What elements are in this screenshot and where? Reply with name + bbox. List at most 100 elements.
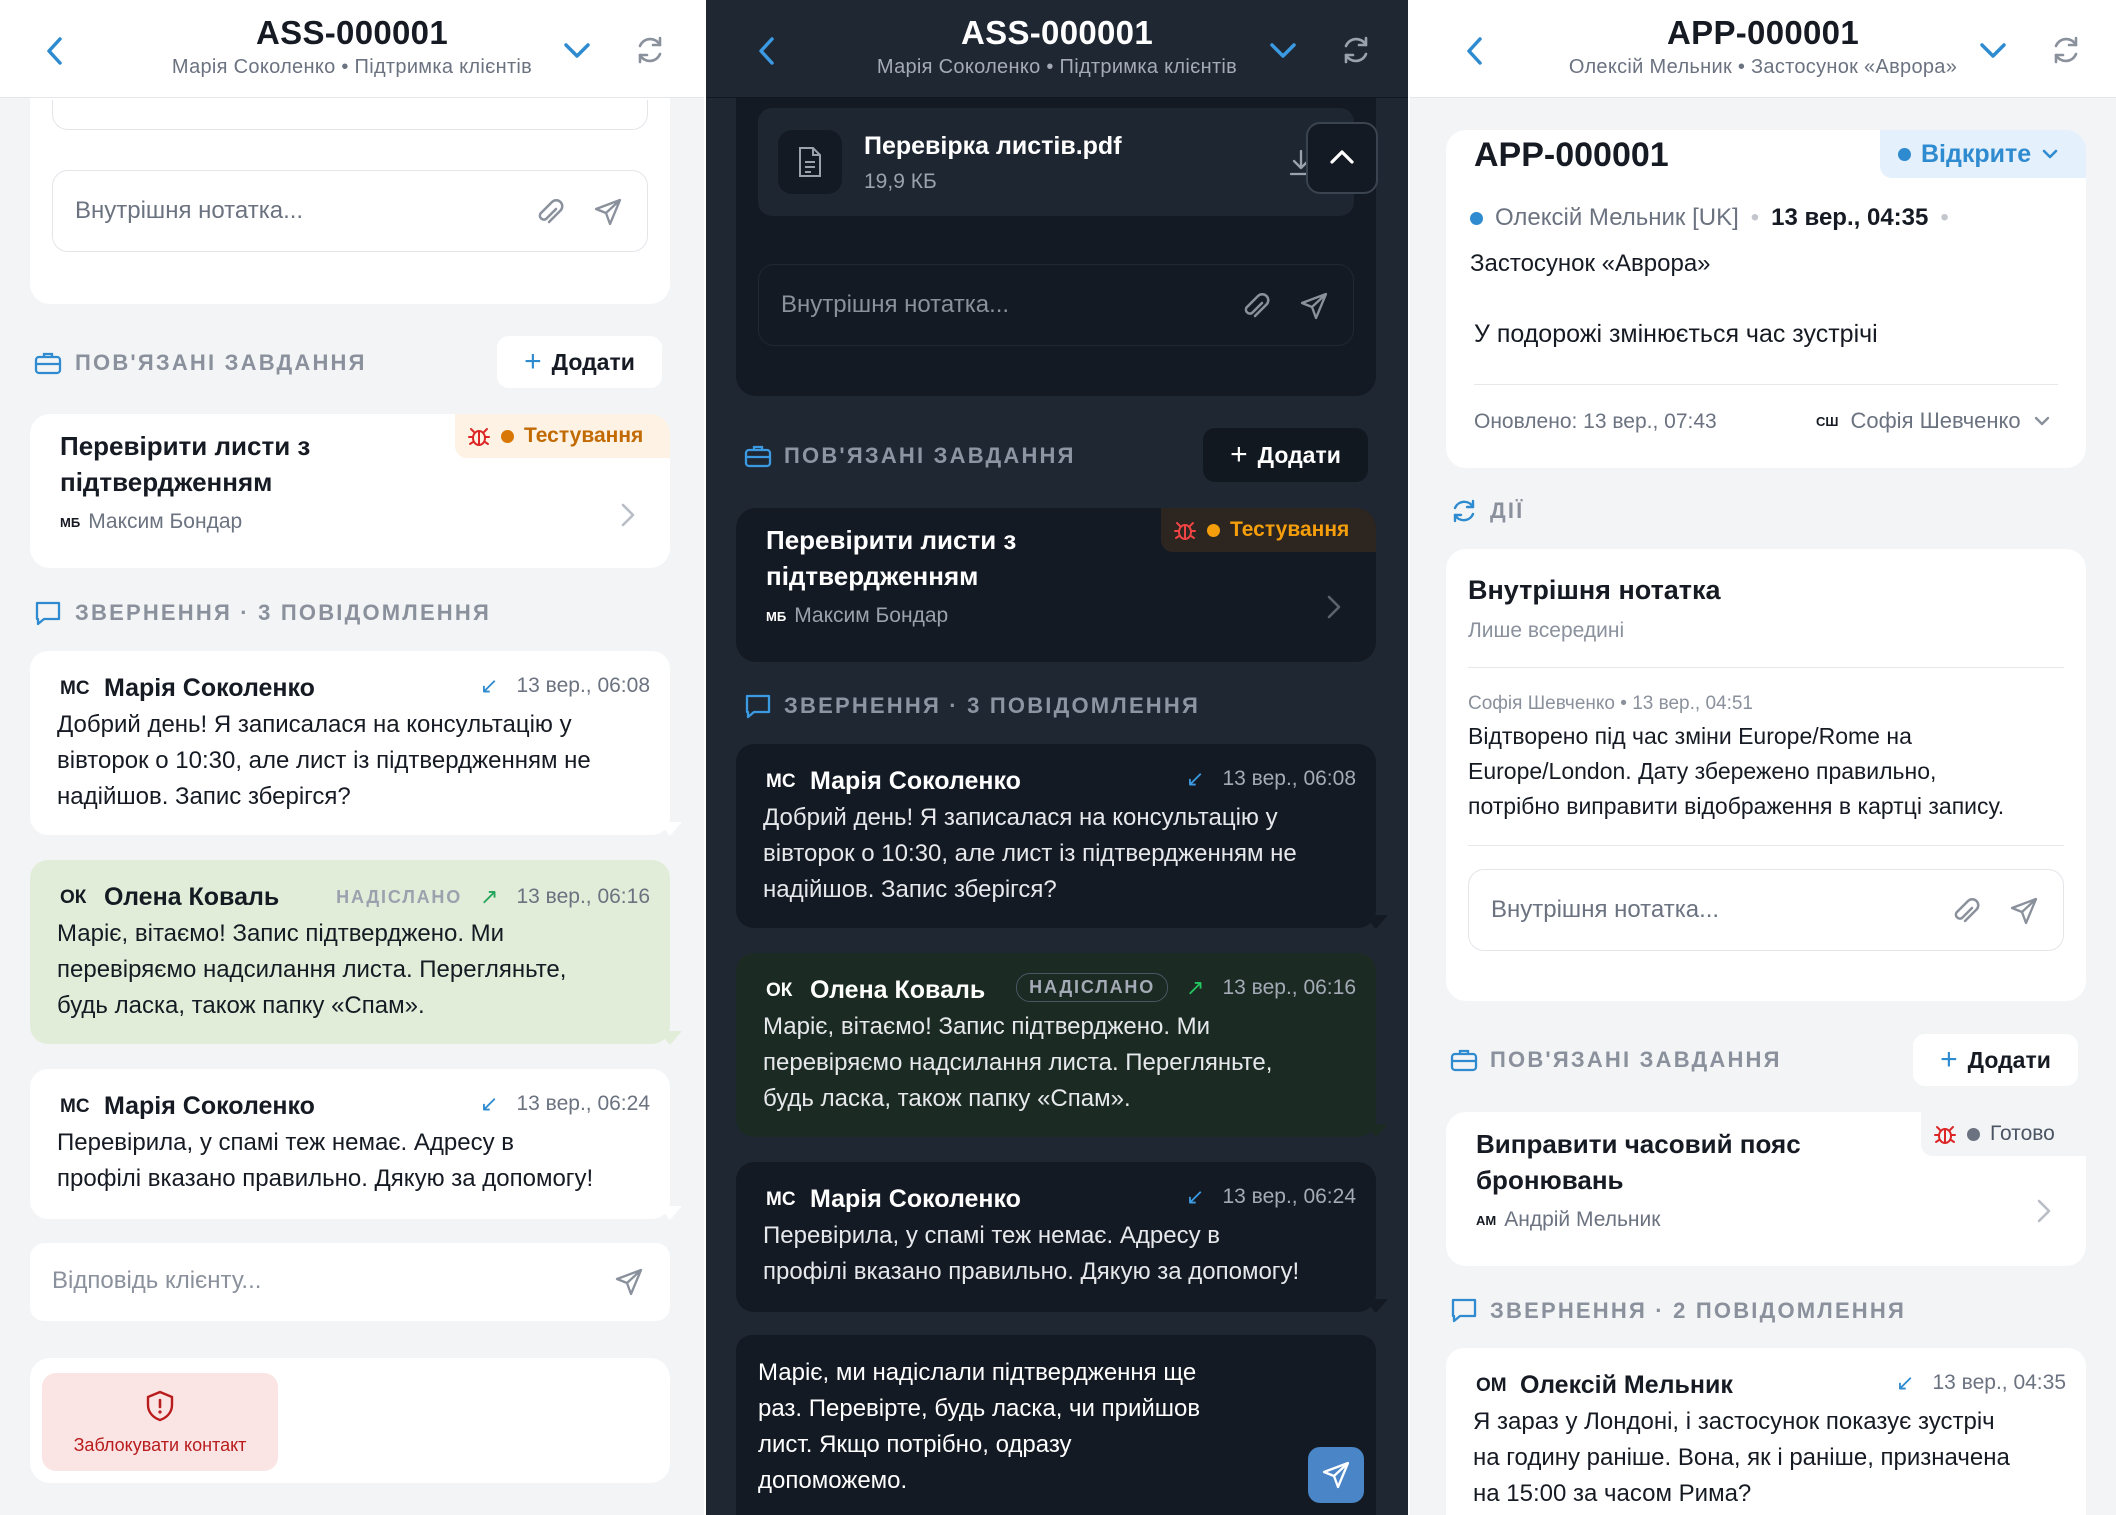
block-contact-button[interactable]: Заблокувати контакт — [42, 1373, 278, 1471]
actions-label: ДІЇ — [1490, 498, 1525, 523]
divider — [1468, 845, 2064, 846]
online-dot — [1470, 211, 1483, 225]
message-icon — [35, 601, 61, 626]
chevron-right-icon — [1327, 595, 1341, 619]
sent-badge: НАДІСЛАНО — [1016, 973, 1169, 1002]
ticket-summary-card: APP-000001 Відкрите Олексій Мельник [UK]… — [1446, 130, 2086, 468]
message-author: Марія Соколенко — [810, 767, 1021, 795]
message-time: ↙ 13 вер., 06:08 — [480, 673, 650, 698]
divider — [1474, 384, 2058, 385]
related-tasks-label: ПОВ'ЯЗАНІ ЗАВДАННЯ — [75, 350, 367, 375]
paperclip-icon[interactable] — [1241, 289, 1271, 323]
refresh-icon[interactable] — [2050, 34, 2082, 66]
header: APP-000001 Олексій Мельник • Застосунок … — [1410, 0, 2116, 98]
message-author: Марія Соколенко — [104, 1092, 315, 1120]
note-title: Внутрішня нотатка — [1468, 575, 1721, 605]
chevron-right-icon — [621, 503, 635, 527]
task-assignee: МБ Максим Бондар — [766, 604, 949, 627]
ticket-subtitle: Марія Соколенко • Підтримка клієнтів — [876, 56, 1238, 78]
avatar: ОМ — [1476, 1375, 1507, 1396]
ticket-title: ASS-000001 — [961, 14, 1153, 51]
incoming-icon: ↙ — [1186, 1184, 1205, 1209]
message-time: ↙ 13 вер., 06:08 — [1186, 766, 1356, 791]
add-task-button[interactable]: + Додати — [497, 336, 662, 388]
message-author: Марія Соколенко — [104, 674, 315, 702]
file-name: Перевірка листів.pdf — [864, 132, 1122, 160]
outgoing-icon: ↗ — [1186, 974, 1205, 1000]
ticket-app: Застосунок «Аврора» — [1470, 250, 1711, 277]
message-text: Маріє, вітаємо! Запис підтверджено. Ми пе… — [57, 920, 567, 1019]
status-dropdown[interactable]: Відкрите — [1880, 130, 2086, 178]
chevron-down-icon[interactable] — [1268, 40, 1298, 62]
message-text: Маріє, вітаємо! Запис підтверджено. Ми пе… — [763, 1013, 1273, 1112]
paperclip-icon[interactable] — [1951, 894, 1981, 928]
message-text: Я зараз у Лондоні, і застосунок показує … — [1473, 1408, 2010, 1507]
ticket-id: APP-000001 — [1474, 136, 1669, 174]
briefcase-icon — [744, 445, 772, 468]
reply-composer[interactable]: Маріє, ми надіслали підтвердження ще раз.… — [736, 1335, 1376, 1515]
internal-note-input[interactable]: Внутрішня нотатка... — [758, 264, 1354, 346]
message-text: Перевірила, у спамі теж немає. Адресу вп… — [57, 1129, 594, 1192]
internal-note-input[interactable]: Внутрішня нотатка... — [52, 170, 648, 252]
message-agent: ОК Олена Коваль НАДІСЛАНО ↗ 13 вер., 06:16… — [30, 860, 670, 1044]
chevron-up-icon — [1330, 150, 1354, 164]
outgoing-icon: ↗ — [480, 884, 499, 909]
bubble-tail — [1364, 1124, 1388, 1138]
refresh-icon[interactable] — [634, 34, 666, 66]
note-meta: Софія Шевченко • 13 вер., 04:51 — [1468, 693, 1753, 714]
related-task-card[interactable]: Перевірити листи з підтвердженням Тестува… — [736, 508, 1376, 662]
assignee-dropdown[interactable]: СШ Софія Шевченко — [1816, 408, 2051, 434]
ticket-author: Олексій Мельник [UK] — [1495, 204, 1739, 231]
message-customer: МС Марія Соколенко ↙ 13 вер., 06:24 Перев… — [736, 1162, 1376, 1312]
incoming-icon: ↙ — [1896, 1370, 1915, 1395]
chevron-down-icon — [2034, 416, 2049, 426]
send-icon[interactable] — [1299, 291, 1329, 321]
note-text: Відтворено під час зміни Europe/Rome на E… — [1468, 723, 2005, 819]
ticket-title: APP-000001 — [1667, 14, 1859, 51]
send-icon[interactable] — [614, 1267, 644, 1297]
message-icon — [745, 694, 771, 719]
chevron-down-icon — [2042, 149, 2058, 159]
attachment-item[interactable]: Перевірка листів.pdf 19,9 КБ — [758, 108, 1354, 216]
sent-badge: НАДІСЛАНО — [336, 886, 463, 907]
related-task-card[interactable]: Перевірити листи з підтвердженням Тестува… — [30, 414, 670, 568]
status-dot — [501, 429, 514, 443]
add-task-button[interactable]: + Додати — [1203, 428, 1368, 482]
file-icon — [799, 147, 821, 177]
send-button[interactable] — [1308, 1447, 1364, 1503]
scroll-top-button[interactable] — [1306, 122, 1378, 194]
task-assignee: МБ Максим Бондар — [60, 510, 243, 533]
thread-label: ЗВЕРНЕННЯ · 3 ПОВІДОМЛЕННЯ — [784, 693, 1200, 718]
refresh-icon[interactable] — [1340, 34, 1372, 66]
task-title: Перевірити листи з підтвердженням — [60, 431, 311, 497]
status-dot — [1207, 523, 1220, 537]
message-customer: ОМ Олексій Мельник ↙ 13 вер., 04:35 Я зар… — [1446, 1348, 2086, 1515]
add-task-button[interactable]: + Додати — [1913, 1034, 2078, 1086]
avatar: МС — [766, 771, 796, 792]
notes-card: Перевірка листів.pdf 19,9 КБ Внутрішня н… — [736, 60, 1376, 396]
chevron-right-icon — [2037, 1199, 2051, 1223]
internal-note-input[interactable]: Внутрішня нотатка... — [1468, 869, 2064, 951]
bug-icon — [1934, 1126, 1956, 1144]
avatar: МБ — [60, 514, 81, 530]
ticket-panel-dark: ASS-000001 Марія Соколенко • Підтримка к… — [706, 0, 1408, 1515]
task-status-badge: Тестування — [1161, 508, 1376, 552]
note-subtitle: Лише всередині — [1468, 619, 1625, 642]
file-thumb — [778, 130, 842, 194]
reply-input[interactable]: Відповідь клієнту... — [30, 1243, 670, 1321]
message-author: Олексій Мельник — [1520, 1371, 1733, 1399]
send-icon[interactable] — [593, 197, 623, 227]
chevron-down-icon[interactable] — [1978, 40, 2008, 62]
message-author: Марія Соколенко — [810, 1185, 1021, 1213]
header: ASS-000001 Марія Соколенко • Підтримка к… — [706, 0, 1408, 98]
message-time: НАДІСЛАНО ↗ 13 вер., 06:16 — [336, 884, 650, 909]
send-icon[interactable] — [2009, 896, 2039, 926]
related-task-card[interactable]: Виправити часовий пояс бронювань Готово А… — [1446, 1112, 2086, 1266]
message-author: Олена Коваль — [104, 883, 280, 911]
ticket-subtitle: Олексій Мельник • Застосунок «Аврора» — [1568, 56, 1958, 78]
chevron-down-icon[interactable] — [562, 40, 592, 62]
paperclip-icon[interactable] — [535, 195, 565, 229]
message-customer: МС Марія Соколенко ↙ 13 вер., 06:08 Добри… — [736, 744, 1376, 928]
message-customer: МС Марія Соколенко ↙ 13 вер., 06:24 Перев… — [30, 1069, 670, 1219]
avatar: АМ — [1476, 1212, 1497, 1228]
